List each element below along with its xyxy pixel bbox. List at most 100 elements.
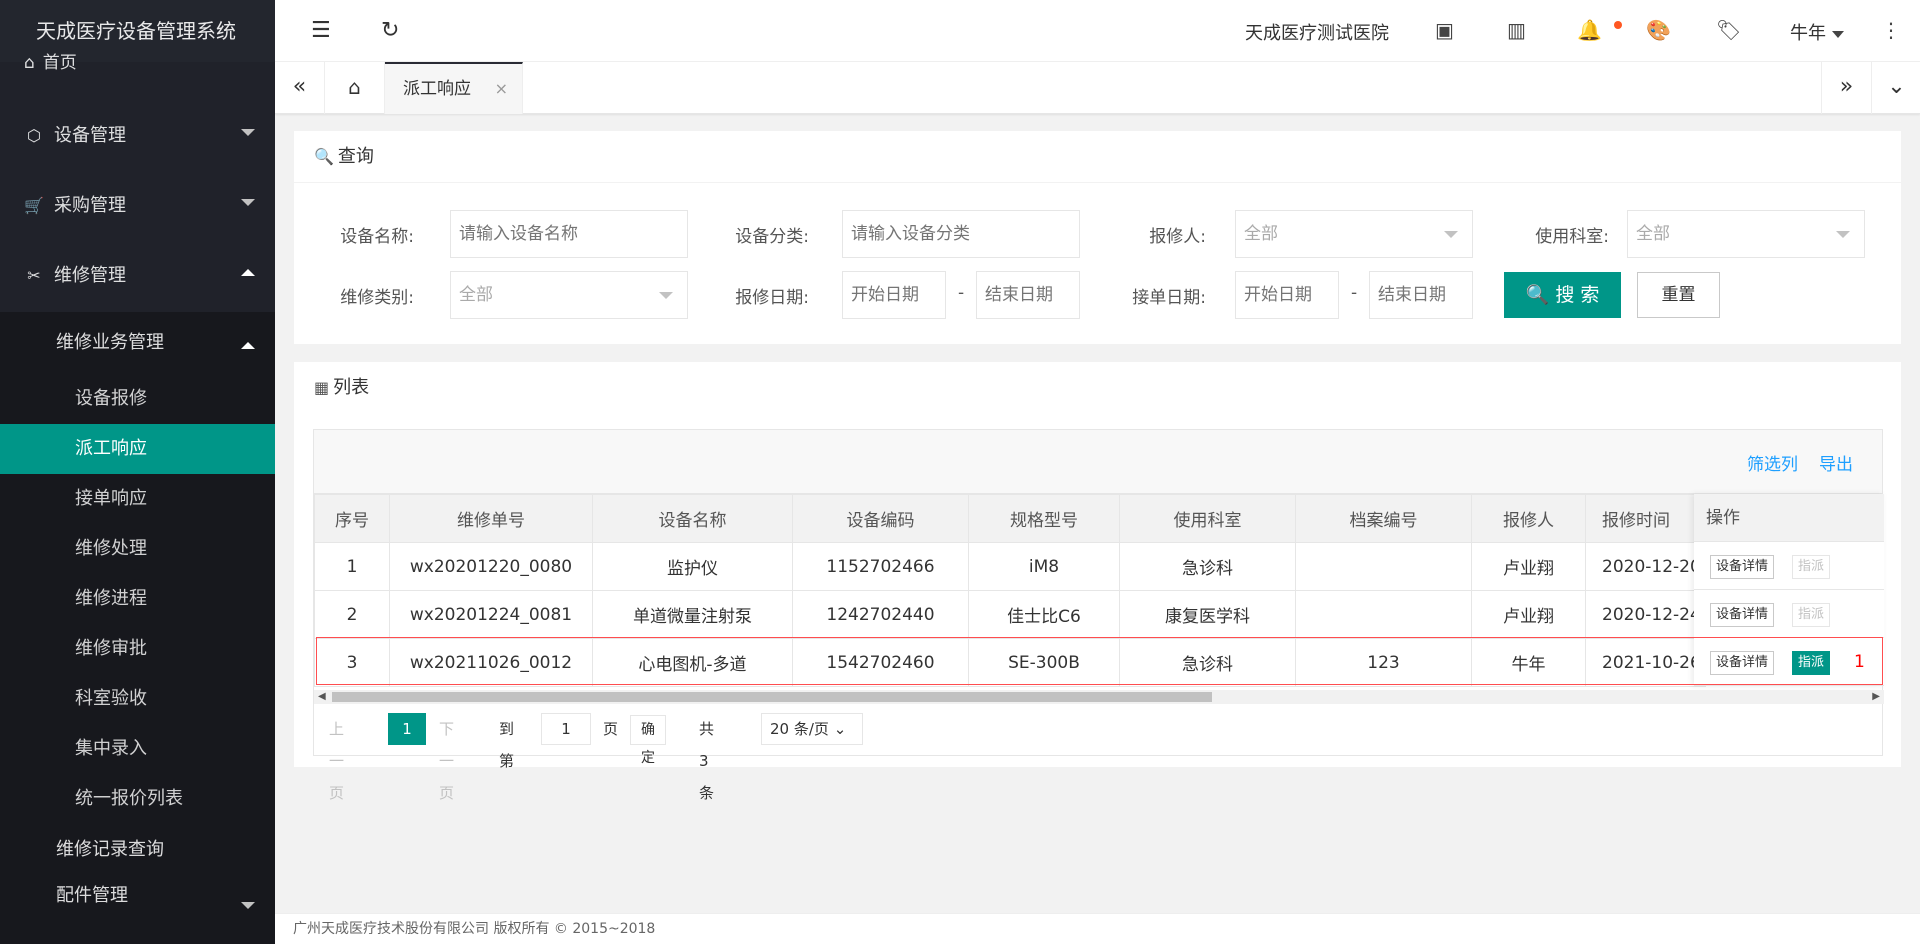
assign-button[interactable]: 指派 bbox=[1792, 651, 1831, 675]
col-header[interactable]: 档案编号 bbox=[1295, 494, 1472, 543]
sidebar-item-repair-approval[interactable]: 维修审批 bbox=[0, 624, 275, 674]
col-header[interactable]: 报修时间 bbox=[1585, 494, 1706, 543]
repair-type-select[interactable]: 全部 bbox=[450, 271, 688, 319]
cell-reporter: 卢业翔 bbox=[1471, 590, 1586, 639]
report-end-date-input[interactable] bbox=[976, 271, 1080, 319]
page-size-select[interactable]: 20 条/页 ⌄ bbox=[761, 713, 863, 745]
scroll-right-icon[interactable]: ▶ bbox=[1872, 690, 1880, 704]
tab-home-icon[interactable]: ⌂ bbox=[325, 62, 385, 114]
menu-collapse-icon[interactable]: ☰ bbox=[311, 18, 331, 43]
cell-name: 心电图机-多道 bbox=[592, 638, 793, 687]
more-vertical-icon[interactable]: ⋮ bbox=[1881, 18, 1901, 42]
export-link[interactable]: 导出 bbox=[1819, 450, 1853, 475]
op-cell: 设备详情 指派 bbox=[1694, 542, 1884, 590]
date-separator: - bbox=[1351, 283, 1358, 303]
tab-bar: « ⌂ 派工响应 × » ⌄ bbox=[275, 62, 1920, 114]
device-detail-button[interactable]: 设备详情 bbox=[1710, 555, 1775, 579]
next-page-button[interactable]: 下一页 bbox=[439, 713, 454, 802]
table-row[interactable]: 2 wx20201224_0081 单道微量注射泵 1242702440 佳士比… bbox=[314, 590, 1706, 639]
accept-end-date-input[interactable] bbox=[1369, 271, 1473, 319]
scroll-left-icon[interactable]: ◀ bbox=[318, 690, 326, 704]
col-header[interactable]: 使用科室 bbox=[1119, 494, 1296, 543]
prev-page-button[interactable]: 上一页 bbox=[329, 713, 344, 802]
home-icon: ⌂ bbox=[24, 53, 35, 73]
reset-button[interactable]: 重置 bbox=[1637, 272, 1720, 318]
cell-time: 2020-12-20 bbox=[1585, 542, 1706, 591]
user-name: 牛年 bbox=[1790, 23, 1826, 44]
cell-order: wx20201224_0081 bbox=[389, 590, 593, 639]
sidebar-item-dispatch-response[interactable]: 派工响应 bbox=[0, 424, 275, 474]
cell-order: wx20211026_0012 bbox=[389, 638, 593, 687]
table-row[interactable]: 3 wx20211026_0012 心电图机-多道 1542702460 SE-… bbox=[314, 638, 1706, 687]
sidebar-item-accept-response[interactable]: 接单响应 bbox=[0, 474, 275, 524]
sidebar-item-parts[interactable]: 配件管理 bbox=[0, 876, 275, 916]
col-header[interactable]: 报修人 bbox=[1471, 494, 1586, 543]
sidebar-item-repair-business[interactable]: 维修业务管理 bbox=[0, 312, 275, 374]
tab-scroll-right-icon[interactable]: » bbox=[1821, 62, 1871, 114]
sidebar-item-device[interactable]: ⬡ 设备管理 bbox=[0, 107, 275, 177]
chevron-down-icon bbox=[1832, 30, 1844, 38]
filter-columns-link[interactable]: 筛选列 bbox=[1747, 450, 1798, 475]
cell-no: 1 bbox=[314, 542, 390, 591]
reporter-select[interactable]: 全部 bbox=[1235, 210, 1473, 258]
sidebar-menu: ⬡ 设备管理 🛒 采购管理 ✂ 维修管理 bbox=[0, 107, 275, 317]
device-detail-button[interactable]: 设备详情 bbox=[1710, 651, 1775, 675]
dept-select[interactable]: 全部 bbox=[1627, 210, 1865, 258]
col-header[interactable]: 序号 bbox=[314, 494, 390, 543]
current-page[interactable]: 1 bbox=[388, 713, 426, 745]
device-name-input[interactable] bbox=[450, 210, 688, 258]
device-type-input[interactable] bbox=[842, 210, 1080, 258]
cart-icon: 🛒 bbox=[24, 196, 44, 215]
palette-icon[interactable]: 🎨 bbox=[1646, 18, 1671, 42]
sidebar-item-home[interactable]: ⌂ 首页 bbox=[24, 48, 77, 73]
user-menu[interactable]: 牛年 bbox=[1790, 19, 1844, 45]
cell-dept: 急诊科 bbox=[1119, 542, 1296, 591]
col-header[interactable]: 设备名称 bbox=[592, 494, 793, 543]
device-detail-button[interactable]: 设备详情 bbox=[1710, 603, 1775, 627]
tab-scroll-left-icon[interactable]: « bbox=[275, 62, 325, 114]
op-cell: 设备详情 指派 1 bbox=[1694, 638, 1884, 686]
top-header: ☰ ↻ 天成医疗测试医院 ▣ ▥ 🔔 🎨 🏷 牛年 ⋮ bbox=[275, 0, 1920, 62]
chevron-up-icon bbox=[241, 269, 255, 276]
accept-start-date-input[interactable] bbox=[1235, 271, 1339, 319]
sidebar-item-batch-entry[interactable]: 集中录入 bbox=[0, 724, 275, 774]
search-button[interactable]: 🔍 搜 索 bbox=[1504, 272, 1621, 318]
sidebar-item-repair[interactable]: ✂ 维修管理 bbox=[0, 247, 275, 317]
col-header[interactable]: 规格型号 bbox=[968, 494, 1120, 543]
tab-menu-chevron-icon[interactable]: ⌄ bbox=[1871, 62, 1920, 114]
col-header[interactable]: 设备编码 bbox=[792, 494, 969, 543]
cell-no: 2 bbox=[314, 590, 390, 639]
sidebar-item-dept-acceptance[interactable]: 科室验收 bbox=[0, 674, 275, 724]
map-icon[interactable]: ▥ bbox=[1507, 18, 1526, 42]
cell-code: 1152702466 bbox=[792, 542, 969, 591]
assign-button[interactable]: 指派 bbox=[1792, 603, 1831, 627]
tag-icon[interactable]: 🏷 bbox=[1716, 18, 1741, 42]
monitor-icon[interactable]: ▣ bbox=[1435, 18, 1454, 42]
list-title: 列表 bbox=[333, 377, 370, 398]
page-number-input[interactable]: 1 bbox=[541, 713, 591, 745]
sidebar-item-device-report[interactable]: 设备报修 bbox=[0, 374, 275, 424]
tab-label: 派工响应 bbox=[403, 79, 471, 99]
query-title: 查询 bbox=[337, 146, 374, 167]
assign-button[interactable]: 指派 bbox=[1792, 555, 1831, 579]
col-header[interactable]: 维修单号 bbox=[389, 494, 593, 543]
refresh-icon[interactable]: ↻ bbox=[381, 18, 399, 43]
report-start-date-input[interactable] bbox=[842, 271, 946, 319]
repair-type-value: 全部 bbox=[459, 285, 493, 305]
confirm-page-button[interactable]: 确定 bbox=[630, 715, 666, 766]
table-toolbar: 筛选列 导出 bbox=[314, 430, 1882, 494]
sidebar-item-purchase[interactable]: 🛒 采购管理 bbox=[0, 177, 275, 247]
sidebar-item-repair-progress[interactable]: 维修进程 bbox=[0, 574, 275, 624]
sidebar-item-repair-records[interactable]: 维修记录查询 bbox=[0, 824, 275, 876]
bell-icon[interactable]: 🔔 bbox=[1577, 18, 1602, 42]
cell-order: wx20201220_0080 bbox=[389, 542, 593, 591]
sidebar-item-repair-process[interactable]: 维修处理 bbox=[0, 524, 275, 574]
scroll-thumb[interactable] bbox=[332, 692, 1212, 702]
device-type-label: 设备分类: bbox=[735, 227, 809, 247]
close-icon[interactable]: × bbox=[495, 64, 508, 114]
horizontal-scrollbar[interactable]: ◀ ▶ bbox=[314, 690, 1884, 704]
tab-dispatch-response[interactable]: 派工响应 × bbox=[385, 62, 523, 114]
table-row[interactable]: 1 wx20201220_0080 监护仪 1152702466 iM8 急诊科… bbox=[314, 542, 1706, 591]
sidebar-item-quote-list[interactable]: 统一报价列表 bbox=[0, 774, 275, 824]
tools-icon: ✂ bbox=[27, 266, 41, 285]
